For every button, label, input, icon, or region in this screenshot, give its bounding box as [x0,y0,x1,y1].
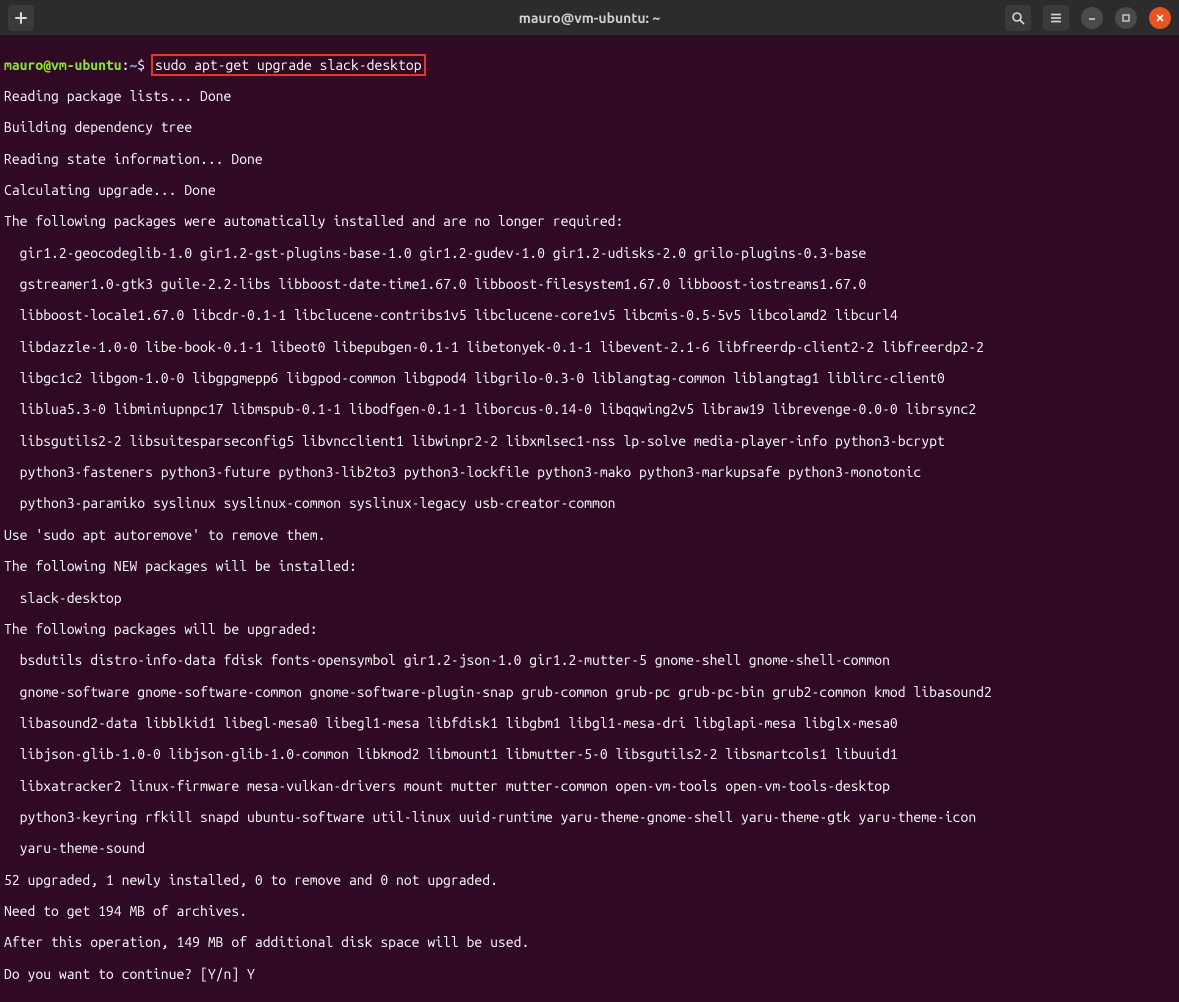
output-line: The following NEW packages will be insta… [4,559,1175,575]
titlebar: mauro@vm-ubuntu: ~ [0,0,1179,36]
search-button[interactable] [1005,5,1031,31]
output-line: libasound2-data libblkid1 libegl-mesa0 l… [4,716,1175,732]
output-line: libxatracker2 linux-firmware mesa-vulkan… [4,779,1175,795]
output-line: Reading package lists... Done [4,89,1175,105]
output-line: yaru-theme-sound [4,841,1175,857]
terminal-output[interactable]: mauro@vm-ubuntu:~$ sudo apt-get upgrade … [0,36,1179,1002]
prompt-user: mauro@vm-ubuntu [4,57,122,73]
output-line: python3-keyring rfkill snapd ubuntu-soft… [4,810,1175,826]
menu-button[interactable] [1043,5,1069,31]
output-line: Need to get 194 MB of archives. [4,904,1175,920]
maximize-button[interactable] [1115,7,1137,29]
output-line: libgc1c2 libgom-1.0-0 libgpgmepp6 libgpo… [4,371,1175,387]
hamburger-icon [1049,11,1063,25]
new-tab-button[interactable] [8,5,34,31]
output-line: slack-desktop [4,591,1175,607]
output-line: libboost-locale1.67.0 libcdr-0.1-1 libcl… [4,308,1175,324]
search-icon [1011,11,1025,25]
output-line: gir1.2-geocodeglib-1.0 gir1.2-gst-plugin… [4,246,1175,262]
output-line: gnome-software gnome-software-common gno… [4,685,1175,701]
close-button[interactable] [1149,7,1171,29]
prompt-symbol: $ [137,57,145,73]
output-line: Do you want to continue? [Y/n] Y [4,967,1175,983]
titlebar-right [880,5,1171,31]
output-line: The following packages will be upgraded: [4,622,1175,638]
output-line: 52 upgraded, 1 newly installed, 0 to rem… [4,873,1175,889]
output-line: The following packages were automaticall… [4,214,1175,230]
maximize-icon [1121,13,1131,23]
prompt-line: mauro@vm-ubuntu:~$ sudo apt-get upgrade … [4,58,1175,74]
output-line: bsdutils distro-info-data fdisk fonts-op… [4,653,1175,669]
output-line: Building dependency tree [4,120,1175,136]
output-line: liblua5.3-0 libminiupnpc17 libmspub-0.1-… [4,402,1175,418]
output-line: libjson-glib-1.0-0 libjson-glib-1.0-comm… [4,747,1175,763]
plus-icon [14,11,28,25]
minimize-icon [1087,13,1097,23]
window-title: mauro@vm-ubuntu: ~ [299,10,881,26]
close-icon [1155,13,1165,23]
output-line: python3-paramiko syslinux syslinux-commo… [4,496,1175,512]
minimize-button[interactable] [1081,7,1103,29]
output-line: gstreamer1.0-gtk3 guile-2.2-libs libboos… [4,277,1175,293]
titlebar-left [8,5,299,31]
output-line: Use 'sudo apt autoremove' to remove them… [4,528,1175,544]
output-line: After this operation, 149 MB of addition… [4,935,1175,951]
output-line: Calculating upgrade... Done [4,183,1175,199]
command-highlight: sudo apt-get upgrade slack-desktop [151,54,426,76]
output-line: python3-fasteners python3-future python3… [4,465,1175,481]
output-line: Reading state information... Done [4,152,1175,168]
output-line: libsgutils2-2 libsuitesparseconfig5 libv… [4,434,1175,450]
output-line: libdazzle-1.0-0 libe-book-0.1-1 libeot0 … [4,340,1175,356]
